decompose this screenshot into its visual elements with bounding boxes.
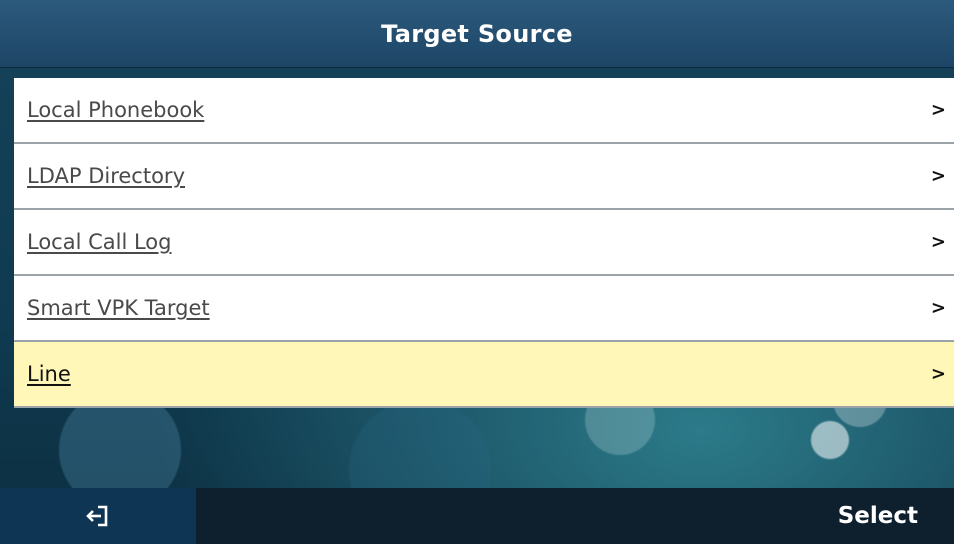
softkey-bar: Select [0,488,954,544]
chevron-right-icon: > [930,231,946,253]
phone-screen: Target Source Local Phonebook > LDAP Dir… [0,0,954,544]
back-exit-icon [86,505,108,527]
page-title: Target Source [381,19,573,48]
target-source-list: Local Phonebook > LDAP Directory > Local… [14,78,954,408]
back-softkey[interactable] [0,488,196,544]
list-item-label: Local Call Log [27,230,172,254]
chevron-right-icon: > [930,363,946,385]
list-item-local-call-log[interactable]: Local Call Log > [14,210,954,276]
list-item-label: Line [27,362,71,386]
list-item-label: Local Phonebook [27,98,205,122]
list-item-local-phonebook[interactable]: Local Phonebook > [14,78,954,144]
list-item-label: LDAP Directory [27,164,185,188]
chevron-right-icon: > [930,99,946,121]
list-item-smart-vpk-target[interactable]: Smart VPK Target > [14,276,954,342]
select-softkey[interactable]: Select [838,488,918,544]
chevron-right-icon: > [930,165,946,187]
list-item-label: Smart VPK Target [27,296,210,320]
chevron-right-icon: > [930,297,946,319]
list-item-ldap-directory[interactable]: LDAP Directory > [14,144,954,210]
list-item-line[interactable]: Line > [14,342,954,408]
title-bar: Target Source [0,0,954,68]
